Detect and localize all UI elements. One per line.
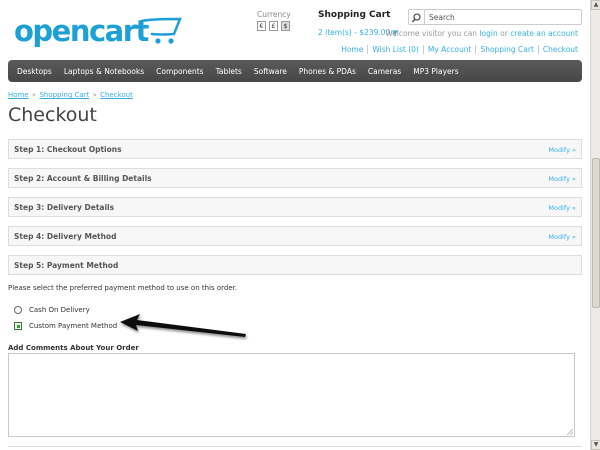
- step-title: Step 2: Account & Billing Details: [14, 174, 152, 183]
- page-title: Checkout: [8, 104, 97, 126]
- page-scrollbar[interactable]: ▲ ▼: [590, 0, 600, 450]
- payment-option-label: Custom Payment Method: [29, 322, 118, 330]
- cart-summary[interactable]: 2 item(s) - $239.00: [318, 28, 390, 37]
- category-menu: Desktops Laptops & Notebooks Components …: [8, 60, 582, 82]
- breadcrumb-cart[interactable]: Shopping Cart: [39, 91, 89, 99]
- step-title: Step 5: Payment Method: [14, 261, 119, 270]
- checkout-page: opencart Currency € £ $ Shopping Cart 2 …: [0, 0, 590, 450]
- menu-item-phones[interactable]: Phones & PDAs: [293, 67, 362, 76]
- selected-option-icon[interactable]: [14, 322, 22, 330]
- welcome-or: or: [500, 29, 508, 38]
- cart-title: Shopping Cart: [318, 10, 391, 20]
- scroll-down-icon[interactable]: ▼: [591, 440, 600, 450]
- payment-instruction: Please select the preferred payment meth…: [8, 284, 238, 292]
- breadcrumb-home[interactable]: Home: [8, 91, 29, 99]
- radio-button[interactable]: [14, 306, 22, 314]
- step-checkout-options[interactable]: Step 1: Checkout Options Modify »: [8, 139, 582, 159]
- payment-option-label: Cash On Delivery: [29, 306, 90, 314]
- currency-euro-button[interactable]: €: [257, 21, 266, 31]
- menu-item-tablets[interactable]: Tablets: [210, 67, 248, 76]
- welcome-message: Welcome visitor you can login or create …: [385, 29, 578, 38]
- modify-link[interactable]: Modify »: [548, 175, 576, 183]
- step-account-billing[interactable]: Step 2: Account & Billing Details Modify…: [8, 168, 582, 188]
- welcome-text: Welcome visitor you can: [385, 29, 478, 38]
- search-box: [408, 9, 582, 25]
- menu-item-cameras[interactable]: Cameras: [362, 67, 407, 76]
- header-links: Home Wish List (0) My Account Shopping Cart…: [337, 45, 578, 54]
- menu-item-laptops[interactable]: Laptops & Notebooks: [58, 67, 150, 76]
- breadcrumb-checkout[interactable]: Checkout: [100, 91, 133, 99]
- payment-option-custom[interactable]: Custom Payment Method: [14, 322, 117, 330]
- shopping-cart-link[interactable]: Shopping Cart: [475, 45, 538, 54]
- cart-logo-icon: [140, 17, 182, 44]
- menu-item-software[interactable]: Software: [248, 67, 293, 76]
- resize-grip-icon[interactable]: [566, 428, 574, 436]
- opencart-logo[interactable]: opencart: [14, 12, 182, 48]
- modify-link[interactable]: Modify »: [548, 204, 576, 212]
- menu-item-mp3[interactable]: MP3 Players: [407, 67, 464, 76]
- step-title: Step 3: Delivery Details: [14, 203, 115, 212]
- currency-selector: Currency € £ $: [257, 10, 291, 31]
- currency-pound-button[interactable]: £: [269, 21, 278, 31]
- wishlist-link[interactable]: Wish List (0): [367, 45, 423, 54]
- comments-label: Add Comments About Your Order: [8, 344, 139, 352]
- step-title: Step 1: Checkout Options: [14, 145, 122, 154]
- comments-textarea[interactable]: [8, 353, 575, 437]
- pointer-arrow-icon: [120, 314, 246, 337]
- step-delivery-details[interactable]: Step 3: Delivery Details Modify »: [8, 197, 582, 217]
- currency-label: Currency: [257, 10, 291, 19]
- scroll-up-icon[interactable]: ▲: [591, 0, 600, 10]
- modify-link[interactable]: Modify »: [548, 233, 576, 241]
- my-account-link[interactable]: My Account: [422, 45, 476, 54]
- scroll-thumb[interactable]: [592, 158, 600, 308]
- home-link[interactable]: Home: [337, 45, 367, 54]
- checkout-link[interactable]: Checkout: [537, 45, 578, 54]
- search-icon[interactable]: [409, 10, 425, 24]
- menu-item-desktops[interactable]: Desktops: [11, 67, 58, 76]
- step-title: Step 4: Delivery Method: [14, 232, 117, 241]
- payment-option-cod[interactable]: Cash On Delivery: [14, 306, 90, 314]
- currency-dollar-button[interactable]: $: [281, 21, 290, 31]
- breadcrumb-separator: »: [31, 91, 37, 99]
- step-payment-method: Step 5: Payment Method: [8, 255, 582, 275]
- breadcrumb-separator: »: [92, 91, 97, 99]
- search-input[interactable]: [429, 12, 579, 22]
- modify-link[interactable]: Modify »: [548, 146, 576, 154]
- login-link[interactable]: login: [479, 29, 497, 38]
- step-delivery-method[interactable]: Step 4: Delivery Method Modify »: [8, 226, 582, 246]
- register-link[interactable]: create an account: [510, 29, 578, 38]
- menu-item-components[interactable]: Components: [150, 67, 209, 76]
- breadcrumb: Home » Shopping Cart » Checkout: [8, 91, 133, 99]
- logo-text: opencart: [14, 14, 149, 48]
- divider: [8, 446, 582, 447]
